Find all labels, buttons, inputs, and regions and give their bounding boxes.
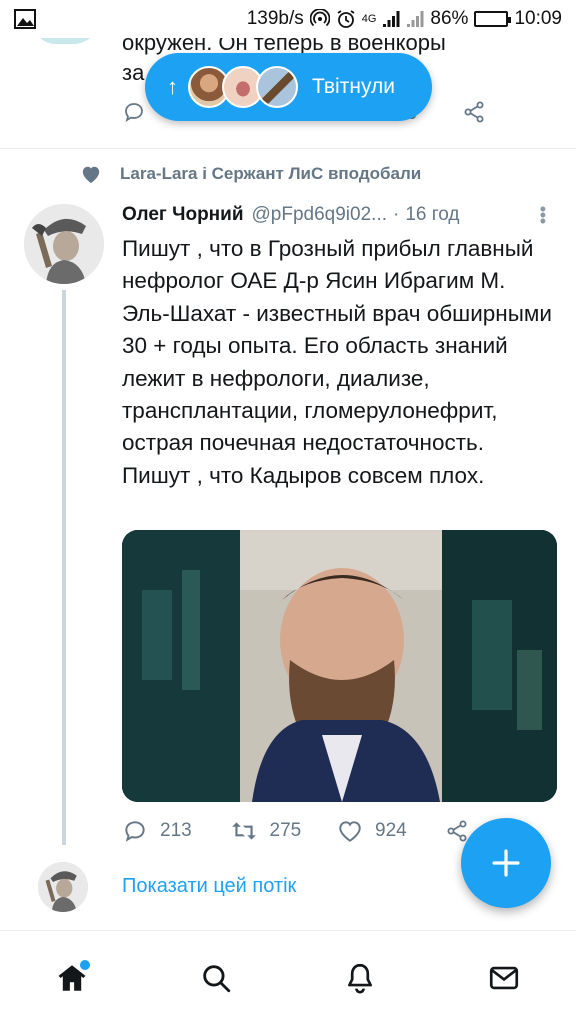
clock: 10:09 bbox=[514, 8, 562, 29]
tweet-text: Пишут , что в Грозный прибыл главный неф… bbox=[122, 236, 552, 488]
nav-notifications[interactable] bbox=[330, 948, 390, 1008]
new-tweets-label: Твітнули bbox=[312, 75, 395, 98]
tweet-header: Олег Чорний @pFpd6q9i02... · 16 год • • • bbox=[122, 200, 552, 230]
heart-icon bbox=[339, 821, 361, 842]
pill-avatars bbox=[188, 66, 298, 108]
signal-2-icon bbox=[407, 11, 424, 27]
home-notification-dot bbox=[80, 959, 90, 970]
reply-button[interactable]: 213 bbox=[122, 818, 230, 844]
previous-reply-button[interactable] bbox=[122, 100, 146, 124]
new-tweets-pill[interactable]: ↑ Твітнули bbox=[145, 53, 432, 121]
network-speed: 139b/s bbox=[246, 8, 304, 29]
compose-tweet-button[interactable] bbox=[461, 818, 551, 908]
like-count: 924 bbox=[375, 820, 407, 841]
previous-share-button[interactable] bbox=[462, 100, 486, 130]
reply-count: 213 bbox=[160, 820, 192, 841]
screen: окружен. Он теперь в военкоры за 250 139… bbox=[0, 0, 576, 1024]
signal-icon bbox=[383, 11, 400, 27]
tweet-divider bbox=[0, 148, 576, 149]
retweet-button[interactable]: 275 bbox=[230, 818, 338, 844]
thread-avatar[interactable] bbox=[38, 862, 88, 912]
search-icon bbox=[203, 964, 231, 992]
messages-icon bbox=[489, 966, 519, 989]
pill-avatar bbox=[256, 66, 298, 108]
like-button[interactable]: 924 bbox=[337, 819, 445, 843]
author-name[interactable]: Олег Чорний bbox=[122, 204, 244, 226]
gallery-notification-icon bbox=[14, 9, 36, 29]
video-frame bbox=[122, 530, 557, 802]
network-type: 4G bbox=[361, 13, 377, 25]
heart-filled-icon bbox=[82, 166, 100, 184]
hotspot-icon bbox=[309, 9, 330, 27]
arrow-up-icon: ↑ bbox=[167, 74, 178, 99]
alarm-icon bbox=[337, 10, 355, 28]
author-handle[interactable]: @pFpd6q9i02... bbox=[252, 204, 388, 226]
tweet-time: 16 год bbox=[405, 204, 460, 225]
reply-icon bbox=[125, 103, 143, 122]
reply-icon bbox=[125, 821, 145, 842]
nav-search[interactable] bbox=[186, 948, 246, 1008]
social-context[interactable]: Lara-Lara і Сержант ЛиС вподобали bbox=[80, 164, 421, 184]
thread-avatar-image bbox=[38, 862, 88, 912]
battery-icon bbox=[474, 11, 512, 27]
author-avatar[interactable] bbox=[24, 204, 104, 284]
bottom-navigation bbox=[0, 930, 576, 1024]
tweet-separator: · bbox=[393, 204, 400, 225]
tweet-video[interactable] bbox=[122, 530, 557, 802]
compose-plus-icon bbox=[492, 849, 520, 877]
retweet-count: 275 bbox=[269, 820, 302, 841]
show-thread-link[interactable]: Показати цей потік bbox=[122, 875, 296, 898]
status-bar: 139b/s 4G 86% 10:09 bbox=[0, 0, 576, 38]
notifications-icon bbox=[348, 963, 372, 993]
nav-home[interactable] bbox=[42, 948, 102, 1008]
social-context-text: Lara-Lara і Сержант ЛиС вподобали bbox=[120, 164, 422, 183]
more-options-icon[interactable]: • • • bbox=[540, 200, 546, 230]
nav-messages[interactable] bbox=[474, 948, 534, 1008]
battery-percent: 86% bbox=[430, 8, 469, 29]
avatar-image bbox=[24, 204, 104, 284]
retweet-icon bbox=[231, 822, 256, 840]
share-icon bbox=[447, 820, 466, 842]
thread-line bbox=[62, 290, 66, 845]
share-icon bbox=[464, 101, 484, 123]
